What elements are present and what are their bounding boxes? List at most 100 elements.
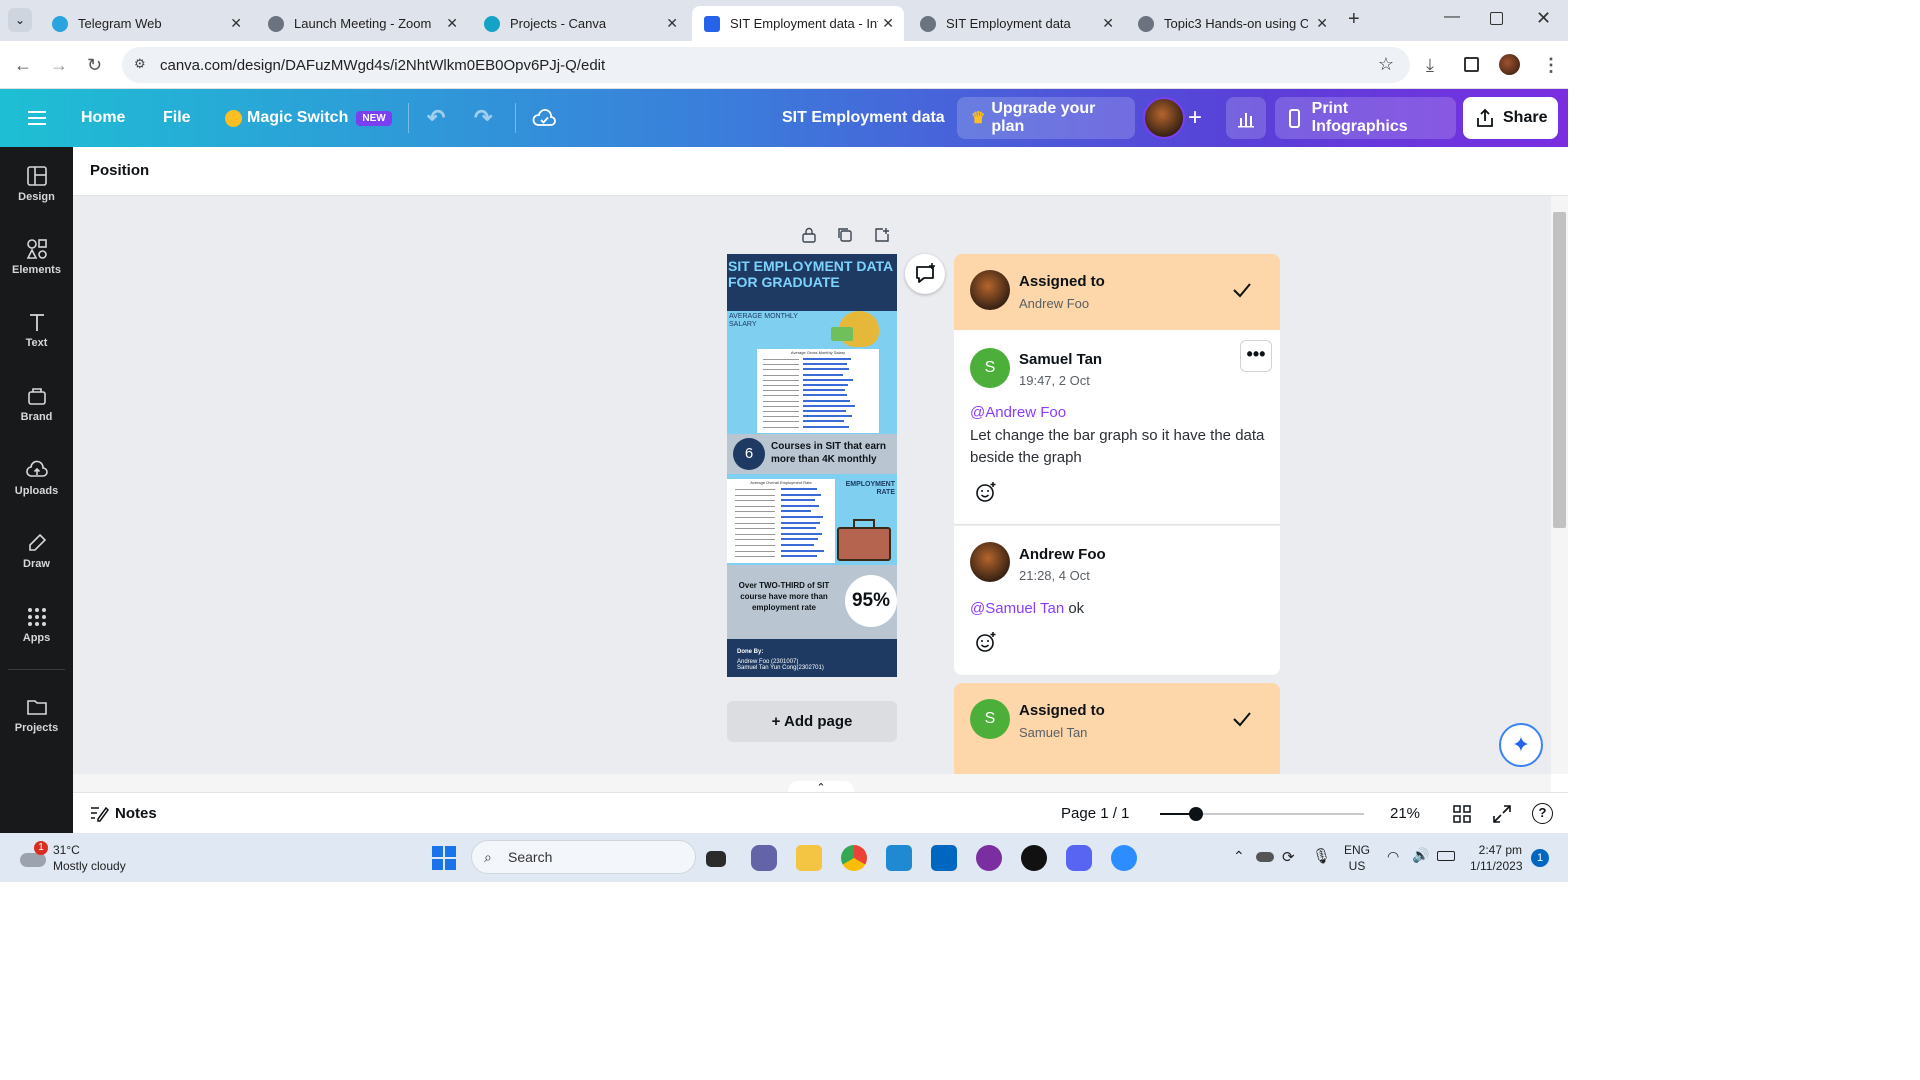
vertical-scrollbar[interactable] (1551, 196, 1568, 774)
resolve-check-icon[interactable] (1230, 278, 1254, 302)
undo-icon[interactable]: ↶ (427, 89, 445, 147)
add-page-icon[interactable] (874, 227, 890, 243)
add-reaction-icon[interactable] (974, 630, 998, 654)
salary-heading[interactable]: AVERAGE MONTHLY SALARY (729, 313, 825, 329)
home-button[interactable]: Home (81, 89, 125, 147)
assigned-card-andrew[interactable]: Assigned to Andrew Foo (954, 254, 1280, 330)
windows-start-icon[interactable] (432, 846, 456, 870)
bookmark-star-icon[interactable]: ☆ (1378, 54, 1394, 75)
github-icon[interactable] (976, 845, 1002, 871)
store-icon[interactable] (931, 845, 957, 871)
resolve-check-icon[interactable] (1230, 707, 1254, 731)
page-indicator[interactable]: Page 1 / 1 (1061, 805, 1129, 822)
vscode-icon[interactable] (886, 845, 912, 871)
magic-switch-button[interactable]: Magic Switch NEW (225, 89, 392, 147)
tab-sit-employment-active[interactable]: SIT Employment data - Inf ✕ (692, 6, 904, 41)
assigned-card-samuel[interactable]: S Assigned to Samuel Tan (954, 683, 1280, 774)
document-title[interactable]: SIT Employment data (782, 89, 945, 147)
employment-chart[interactable]: Average Overall Employment Rate (727, 479, 835, 563)
clock[interactable]: 2:47 pm 1/11/2023 (1470, 842, 1523, 874)
comment-mention[interactable]: @Andrew Foo (970, 402, 1066, 424)
taskbar-search[interactable]: ⌕ Search (471, 840, 696, 874)
sync-icon[interactable]: ⟳ (1282, 848, 1295, 866)
side-panel-icon[interactable] (1464, 57, 1479, 72)
browser-menu-icon[interactable]: ⋮ (1542, 55, 1560, 76)
cloud-saved-icon[interactable] (532, 89, 556, 147)
forward-icon[interactable]: → (50, 55, 68, 76)
sidebar-item-uploads[interactable]: Uploads (0, 459, 73, 497)
app-icon[interactable] (1021, 845, 1047, 871)
reload-icon[interactable]: ↻ (87, 55, 102, 76)
infographic-title[interactable]: SIT EMPLOYMENT DATA FOR GRADUATE (727, 254, 897, 311)
fullscreen-icon[interactable] (1493, 805, 1511, 828)
download-icon[interactable]: ⤓ (1426, 55, 1434, 76)
zoom-value[interactable]: 21% (1390, 805, 1420, 822)
design-page[interactable]: SIT EMPLOYMENT DATA FOR GRADUATE AVERAGE… (727, 254, 897, 677)
tab-telegram[interactable]: Telegram Web ✕ (40, 6, 252, 41)
salary-chart[interactable]: Average Gross Monthly Salary (757, 349, 879, 433)
credits-section[interactable]: Done By: Andrew Foo (2301007) Samuel Tan… (727, 639, 897, 677)
weather-widget[interactable]: 1 31°C Mostly cloudy (16, 839, 146, 877)
print-infographics-button[interactable]: Print Infographics (1275, 97, 1456, 139)
battery-icon[interactable] (1437, 851, 1455, 861)
close-tab-icon[interactable]: ✕ (446, 15, 458, 32)
profile-avatar[interactable] (1499, 54, 1520, 75)
add-page-button[interactable]: + Add page (727, 701, 897, 742)
url-field[interactable]: ⚙ canva.com/design/DAFuzMWgd4s/i2NhtWlkm… (122, 47, 1410, 83)
tab-topic3[interactable]: Topic3 Hands-on using Ca ✕ (1126, 6, 1338, 41)
onedrive-icon[interactable] (1256, 852, 1274, 862)
file-explorer-icon[interactable] (796, 845, 822, 871)
task-view-icon[interactable] (706, 851, 726, 867)
sidebar-item-brand[interactable]: Brand (0, 385, 73, 423)
teams-chat-icon[interactable] (751, 845, 777, 871)
duplicate-page-icon[interactable] (837, 227, 853, 243)
add-collaborator-icon[interactable]: + (1188, 89, 1202, 147)
grid-view-icon[interactable] (1453, 805, 1471, 828)
sidebar-item-apps[interactable]: Apps (0, 606, 73, 644)
close-tab-icon[interactable]: ✕ (882, 15, 894, 32)
chrome-icon[interactable] (841, 845, 867, 871)
tab-search-button[interactable]: ⌄ (8, 8, 32, 32)
share-button[interactable]: Share (1463, 97, 1558, 139)
close-tab-icon[interactable]: ✕ (666, 15, 678, 32)
collaborator-avatar[interactable] (1143, 97, 1185, 139)
rate-section[interactable]: Over TWO-THIRD of SIT course have more t… (727, 565, 897, 639)
scroll-thumb[interactable] (1553, 212, 1566, 528)
notes-button[interactable]: Notes (89, 804, 157, 822)
notification-badge[interactable]: 1 (1531, 849, 1549, 867)
position-button[interactable]: Position (90, 162, 149, 179)
redo-icon[interactable]: ↷ (474, 89, 492, 147)
add-comment-button[interactable] (905, 254, 945, 294)
add-reaction-icon[interactable] (974, 480, 998, 504)
comment-mention[interactable]: @Samuel Tan (970, 600, 1064, 617)
minimize-icon[interactable]: — (1444, 8, 1460, 26)
comment-more-button[interactable]: ••• (1240, 340, 1272, 372)
tab-canva-projects[interactable]: Projects - Canva ✕ (472, 6, 688, 41)
wifi-icon[interactable]: ◠ (1387, 848, 1399, 865)
employment-section[interactable]: Average Overall Employment Rate EMPLOYME… (727, 477, 897, 565)
insights-button[interactable] (1226, 97, 1266, 139)
sidebar-item-projects[interactable]: Projects (0, 696, 73, 734)
back-icon[interactable]: ← (14, 55, 32, 76)
tray-chevron-icon[interactable]: ⌃ (1233, 848, 1245, 865)
close-window-icon[interactable]: ✕ (1536, 8, 1551, 29)
menu-hamburger-icon[interactable] (28, 89, 46, 147)
sidebar-item-design[interactable]: Design (0, 165, 73, 203)
microphone-icon[interactable]: 🎙 (1312, 847, 1331, 865)
courses-section[interactable]: 6 Courses in SIT that earn more than 4K … (727, 434, 897, 474)
sidebar-item-draw[interactable]: Draw (0, 532, 73, 570)
file-menu-button[interactable]: File (163, 89, 191, 147)
site-settings-icon[interactable]: ⚙ (134, 56, 146, 72)
magic-assistant-button[interactable]: ✦ (1499, 723, 1543, 767)
tab-sit-employment[interactable]: SIT Employment data ✕ (908, 6, 1124, 41)
discord-icon[interactable] (1066, 845, 1092, 871)
language-indicator[interactable]: ENG US (1344, 842, 1370, 874)
zoom-icon[interactable] (1111, 845, 1137, 871)
sidebar-item-elements[interactable]: Elements (0, 238, 73, 276)
new-tab-icon[interactable]: + (1348, 8, 1360, 31)
close-tab-icon[interactable]: ✕ (1316, 15, 1328, 32)
lock-icon[interactable] (801, 227, 817, 243)
upgrade-plan-button[interactable]: ♛ Upgrade your plan (957, 97, 1135, 139)
zoom-slider-thumb[interactable] (1189, 807, 1203, 821)
close-tab-icon[interactable]: ✕ (230, 15, 242, 32)
